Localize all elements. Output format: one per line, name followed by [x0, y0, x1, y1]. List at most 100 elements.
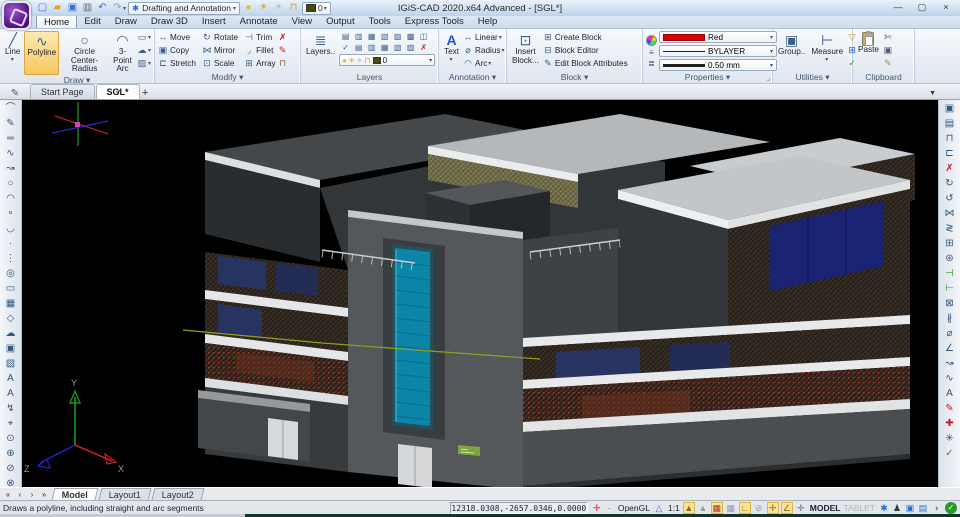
mirror-icon[interactable]: ⋈ [942, 206, 958, 221]
tablet-toggle[interactable]: TABLET [844, 503, 876, 513]
zoom-previous-icon[interactable]: ⊘ [3, 461, 19, 476]
unlock-icon[interactable]: ⊓ [287, 2, 300, 15]
freeze-icon[interactable]: ☀ [272, 2, 285, 15]
annotation-visibility-toggle[interactable]: ▲ [682, 501, 695, 514]
sun-icon[interactable]: ☀ [348, 56, 355, 65]
measure-button[interactable]: ⊢ Measure ▾ [809, 31, 845, 72]
mtext-icon[interactable]: A [3, 386, 19, 401]
polyline-edit-icon[interactable]: ↝ [3, 161, 19, 176]
revcloud-button[interactable]: ☁ ▾ [137, 44, 151, 56]
ortho-toggle[interactable]: ∟ [738, 501, 751, 514]
revcloud-icon[interactable]: ☁ [3, 326, 19, 341]
prev-layout-nav[interactable]: ‹ [14, 490, 26, 499]
text-button[interactable]: A Text ▾ [442, 31, 461, 72]
create-block-button[interactable]: ⊞ Create Block [543, 31, 628, 43]
close-button[interactable]: × [934, 0, 958, 15]
lineweight-combo[interactable]: 0.50 mm ▾ [659, 59, 777, 71]
Home[interactable]: Home [36, 15, 78, 28]
multiline-icon[interactable]: ═ [3, 131, 19, 146]
color-wheel-icon[interactable] [646, 35, 657, 46]
pedit-icon[interactable]: ↝ [942, 356, 958, 371]
matchprop-button[interactable]: ✎ [278, 44, 288, 56]
bulb-icon[interactable]: ● [242, 2, 255, 15]
circle-ttr-icon[interactable]: ∘ [3, 206, 19, 221]
rotate-icon[interactable]: ↻ [942, 176, 958, 191]
snap-marker-icon[interactable]: ∙ [603, 502, 615, 514]
flip-icon[interactable]: ↯ [3, 401, 19, 416]
pan-icon[interactable]: ⌖ [3, 416, 19, 431]
layer-tool-10[interactable]: ▥ [365, 42, 378, 53]
copy-clipboard-button[interactable]: ▣ [883, 44, 893, 56]
undo-menu-arrow[interactable]: ▾ [123, 5, 126, 12]
user-icon[interactable]: ♟ [891, 502, 903, 514]
color-combo[interactable]: Red ▾ [659, 31, 777, 43]
quick-layer-combo[interactable]: 0 ▾ [302, 1, 331, 15]
purge-icon[interactable]: ✓ [942, 446, 958, 461]
next-layout-nav[interactable]: › [26, 490, 38, 499]
text-edit-icon[interactable]: A [942, 386, 958, 401]
new-tab-button[interactable]: + [136, 87, 154, 99]
paste-special-icon[interactable]: ▤ [942, 116, 958, 131]
mirror-3d-icon[interactable]: ≷ [942, 221, 958, 236]
text-icon[interactable]: A [3, 371, 19, 386]
application-menu-button[interactable] [2, 1, 31, 30]
three-point-arc-button[interactable]: ◠ 3-Point Arc [110, 31, 135, 75]
settings-gear-icon[interactable]: ✱ [878, 502, 890, 514]
dynucs-toggle[interactable]: ✛ [795, 502, 807, 514]
point-icon[interactable]: · [3, 236, 19, 251]
match-add-icon[interactable]: ✚ [942, 416, 958, 431]
Tools[interactable]: Tools [362, 15, 398, 28]
maximize-button[interactable]: ▢ [910, 0, 934, 15]
line-button[interactable]: ╱ Line ▾ [3, 31, 22, 75]
polar-toggle[interactable]: ⊘ [753, 502, 765, 514]
circle-icon[interactable]: ○ [3, 176, 19, 191]
annotation-panel-label[interactable]: Annotation ▾ [439, 72, 506, 83]
layer-tool-12[interactable]: ▧ [391, 42, 404, 53]
hatch-icon[interactable]: ▨ [3, 356, 19, 371]
lock-objects-icon[interactable]: ⊓ [942, 131, 958, 146]
polyline-button[interactable]: ∿ Polyline [24, 31, 60, 75]
arc-dim-button[interactable]: ◠ Arc ▾ [463, 57, 505, 69]
Draw 3D[interactable]: Draw 3D [144, 15, 195, 28]
autoscale-toggle[interactable]: ▲ [697, 502, 709, 514]
minimize-button[interactable]: — [886, 0, 910, 15]
stretch-button[interactable]: ⊏ Stretch [158, 57, 196, 69]
chamfer-icon[interactable]: ∠ [942, 341, 958, 356]
Edit[interactable]: Edit [77, 15, 107, 28]
plot-preview-icon[interactable]: ▥ [81, 2, 94, 15]
hatch-button[interactable]: ▨ ▾ [137, 57, 151, 69]
close-tab-icon[interactable]: × [117, 86, 122, 96]
modify-panel-label[interactable]: Modify ▾ [155, 72, 300, 83]
annotation-scale-icon[interactable]: △ [653, 502, 665, 514]
circle-button[interactable]: ○ Circle Center-Radius [61, 31, 108, 75]
copy-button[interactable]: ▣ Copy [158, 44, 196, 56]
drawing-viewport[interactable]: Y X Z [22, 100, 938, 491]
utilities-panel-label[interactable]: Utilities ▾ [773, 72, 852, 83]
otrack-toggle[interactable]: ∠ [780, 501, 793, 514]
trim-button[interactable]: ⊣ Trim [244, 31, 276, 43]
performance-icon[interactable]: ◑ [930, 502, 942, 514]
arc-icon[interactable]: ◠ [3, 191, 19, 206]
layer-tool-4[interactable]: ▧ [378, 31, 391, 42]
linetype-combo[interactable]: BYLAYER ▾ [659, 45, 777, 57]
annotation-scale-value[interactable]: 1:1 [668, 503, 680, 513]
fillet-button[interactable]: ◞ Fillet [244, 44, 276, 56]
layers-manager-button[interactable]: ≣ Layers.. [304, 31, 337, 72]
sketch-icon[interactable]: ✎ [3, 116, 19, 131]
cut-button[interactable]: ✄ [883, 31, 893, 43]
Insert[interactable]: Insert [195, 15, 233, 28]
View[interactable]: View [285, 15, 319, 28]
layer-combo[interactable]: ● ☀ ☀ ⊓ 0 ▾ [339, 54, 436, 66]
layer-tool-5[interactable]: ▨ [391, 31, 404, 42]
insert-block-button[interactable]: ⊡ Insert Block... [510, 31, 541, 72]
erase-button[interactable]: ✗ [278, 31, 288, 43]
arc-continue-icon[interactable]: ◡ [3, 221, 19, 236]
unlock-icon[interactable]: ⊓ [364, 56, 370, 65]
new-file-icon[interactable]: ▢ [36, 2, 49, 15]
clean-screen-icon[interactable]: ▣ [904, 502, 916, 514]
mirror-button[interactable]: ⋈ Mirror [202, 44, 238, 56]
array-button[interactable]: ⊞ Array [244, 57, 275, 69]
scale-button[interactable]: ⊡ Scale [202, 57, 238, 69]
polyline-arc-icon[interactable]: ⌒ [3, 101, 19, 116]
block-editor-button[interactable]: ⊟ Block Editor [543, 44, 628, 56]
